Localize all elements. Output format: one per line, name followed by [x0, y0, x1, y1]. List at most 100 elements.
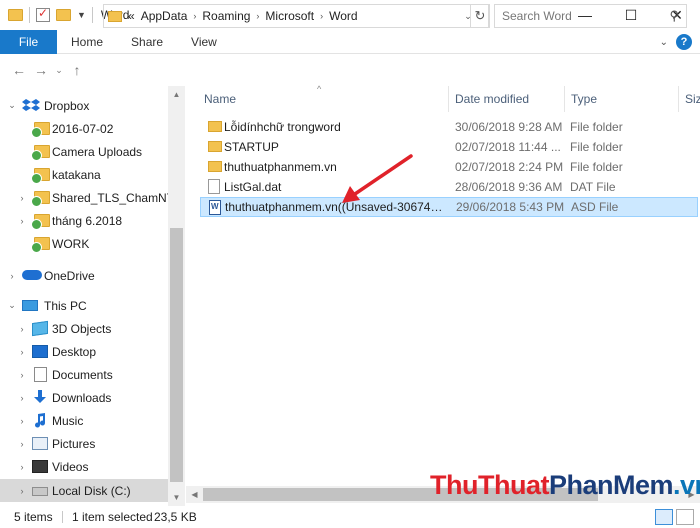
column-divider[interactable] — [564, 86, 565, 112]
breadcrumb-chevron-icon[interactable]: › — [193, 11, 196, 21]
expand-ribbon-chevron-icon[interactable]: ⌄ — [660, 37, 668, 48]
file-name: Lỗidínhchữ trongword — [224, 120, 341, 134]
expand-chevron-icon[interactable]: › — [16, 439, 28, 449]
scrollbar-thumb[interactable] — [170, 228, 183, 482]
new-folder-icon[interactable] — [56, 9, 71, 21]
file-name: thuthuatphanmem.vn((Unsaved-3067489... — [225, 200, 445, 214]
nav-item-downloads[interactable]: › Downloads — [0, 386, 168, 409]
file-date: 02/07/2018 11:44 ... — [455, 140, 561, 154]
file-name: STARTUP — [224, 140, 279, 154]
help-icon[interactable]: ? — [676, 34, 692, 50]
search-input[interactable]: Search Word ⚲ — [494, 4, 687, 28]
folder-icon — [8, 9, 23, 21]
search-icon: ⚲ — [669, 8, 679, 23]
tab-share[interactable]: Share — [117, 35, 177, 49]
word-file-icon — [209, 200, 221, 215]
up-arrow-icon[interactable]: ↑ — [66, 62, 88, 78]
back-arrow-icon[interactable]: ← — [8, 62, 30, 78]
forward-arrow-icon[interactable]: → — [30, 62, 52, 78]
folder-icon — [31, 214, 50, 230]
divider — [62, 511, 63, 523]
nav-item-this-pc[interactable]: ⌄ This PC — [0, 294, 168, 317]
file-row[interactable]: STARTUP 02/07/2018 11:44 ... File folder — [200, 137, 698, 157]
nav-item-thang-6-2018[interactable]: › tháng 6.2018 — [0, 209, 168, 232]
file-type: DAT File — [570, 180, 616, 194]
videos-icon — [32, 460, 48, 473]
nav-item-shared-tls-chamnt[interactable]: › Shared_TLS_ChamNT — [0, 186, 174, 209]
navigation-pane: ⌄ Dropbox 2016-07-02 Camera Uploads kata… — [0, 86, 185, 506]
expand-chevron-icon[interactable]: › — [16, 324, 28, 334]
nav-item-onedrive[interactable]: › OneDrive — [0, 264, 168, 287]
ribbon-tabs: File Home Share View ⌄ ? — [0, 29, 700, 54]
scroll-down-arrow-icon[interactable]: ▼ — [168, 489, 185, 506]
breadcrumb-microsoft[interactable]: Microsoft — [265, 9, 314, 23]
divider — [91, 7, 93, 23]
nav-item-pictures[interactable]: › Pictures — [0, 432, 168, 455]
expand-chevron-icon[interactable]: › — [16, 216, 28, 226]
breadcrumb-word[interactable]: Word — [329, 9, 357, 23]
music-icon — [35, 413, 46, 428]
column-divider[interactable] — [448, 86, 449, 112]
status-size: 23,5 KB — [154, 510, 197, 524]
breadcrumb-appdata[interactable]: AppData — [141, 9, 188, 23]
pictures-icon — [32, 437, 48, 450]
expand-chevron-icon[interactable]: › — [16, 347, 28, 357]
address-bar[interactable]: « AppData › Roaming › Microsoft › Word ⌄ — [103, 4, 489, 28]
search-placeholder: Search Word — [502, 9, 572, 23]
column-header-size[interactable]: Siz — [685, 86, 700, 112]
status-item-count: 5 items — [14, 510, 53, 524]
column-header-date-modified[interactable]: Date modified — [455, 86, 529, 112]
tab-home[interactable]: Home — [57, 35, 117, 49]
nav-item-katakana[interactable]: katakana — [0, 163, 168, 186]
nav-item-local-disk-c[interactable]: › Local Disk (C:) — [0, 479, 168, 502]
details-view-icon[interactable] — [655, 509, 673, 525]
tab-view[interactable]: View — [177, 35, 231, 49]
large-icons-view-icon[interactable] — [676, 509, 694, 525]
column-header-type[interactable]: Type — [571, 86, 597, 112]
nav-item-documents[interactable]: › Documents — [0, 363, 168, 386]
file-row[interactable]: Lỗidínhchữ trongword 30/06/2018 9:28 AM … — [200, 117, 698, 137]
properties-icon[interactable] — [36, 6, 50, 22]
nav-item-dropbox[interactable]: ⌄ Dropbox — [0, 94, 168, 117]
collapse-chevron-icon[interactable]: ⌄ — [6, 100, 18, 111]
column-header-name[interactable]: Name — [204, 86, 236, 112]
nav-item-work[interactable]: WORK — [0, 232, 168, 255]
breadcrumb-roaming[interactable]: Roaming — [202, 9, 250, 23]
file-icon — [208, 179, 220, 194]
download-icon — [34, 390, 46, 403]
refresh-icon[interactable]: ↻ — [470, 4, 490, 28]
nav-pane-scrollbar[interactable]: ▲ ▼ — [168, 86, 185, 506]
nav-item-camera-uploads[interactable]: Camera Uploads — [0, 140, 168, 163]
tab-file[interactable]: File — [0, 29, 57, 54]
customize-toolbar-dropdown[interactable]: ▼ — [77, 10, 86, 20]
breadcrumb-chevron-icon[interactable]: › — [256, 11, 259, 21]
expand-chevron-icon[interactable]: › — [16, 393, 28, 403]
breadcrumb-overflow[interactable]: « — [128, 9, 135, 23]
scroll-left-arrow-icon[interactable]: ◀ — [186, 486, 203, 503]
nav-item-videos[interactable]: › Videos — [0, 455, 168, 478]
file-row-selected[interactable]: thuthuatphanmem.vn((Unsaved-3067489... 2… — [200, 197, 698, 217]
recent-locations-dropdown[interactable]: ⌄ — [52, 65, 66, 76]
expand-chevron-icon[interactable]: › — [6, 271, 18, 281]
file-name: ListGal.dat — [224, 180, 282, 194]
column-divider[interactable] — [678, 86, 679, 112]
file-row[interactable]: thuthuatphanmem.vn 02/07/2018 2:24 PM Fi… — [200, 157, 698, 177]
nav-item-3d-objects[interactable]: › 3D Objects — [0, 317, 168, 340]
collapse-chevron-icon[interactable]: ⌄ — [6, 300, 18, 311]
folder-icon — [208, 141, 222, 152]
expand-chevron-icon[interactable]: › — [16, 486, 28, 496]
scroll-up-arrow-icon[interactable]: ▲ — [168, 86, 185, 103]
expand-chevron-icon[interactable]: › — [16, 370, 28, 380]
file-list: ^ Name Date modified Type Siz Lỗidínhchữ… — [186, 84, 700, 486]
nav-item-2016-07-02[interactable]: 2016-07-02 — [0, 117, 168, 140]
breadcrumb-chevron-icon[interactable]: › — [320, 11, 323, 21]
expand-chevron-icon[interactable]: › — [16, 462, 28, 472]
folder-icon — [31, 237, 50, 253]
status-selected: 1 item selected — [72, 510, 153, 524]
expand-chevron-icon[interactable]: › — [16, 193, 28, 203]
nav-item-desktop[interactable]: › Desktop — [0, 340, 168, 363]
computer-icon — [22, 300, 38, 311]
expand-chevron-icon[interactable]: › — [16, 416, 28, 426]
file-row[interactable]: ListGal.dat 28/06/2018 9:36 AM DAT File — [200, 177, 698, 197]
nav-item-music[interactable]: › Music — [0, 409, 168, 432]
